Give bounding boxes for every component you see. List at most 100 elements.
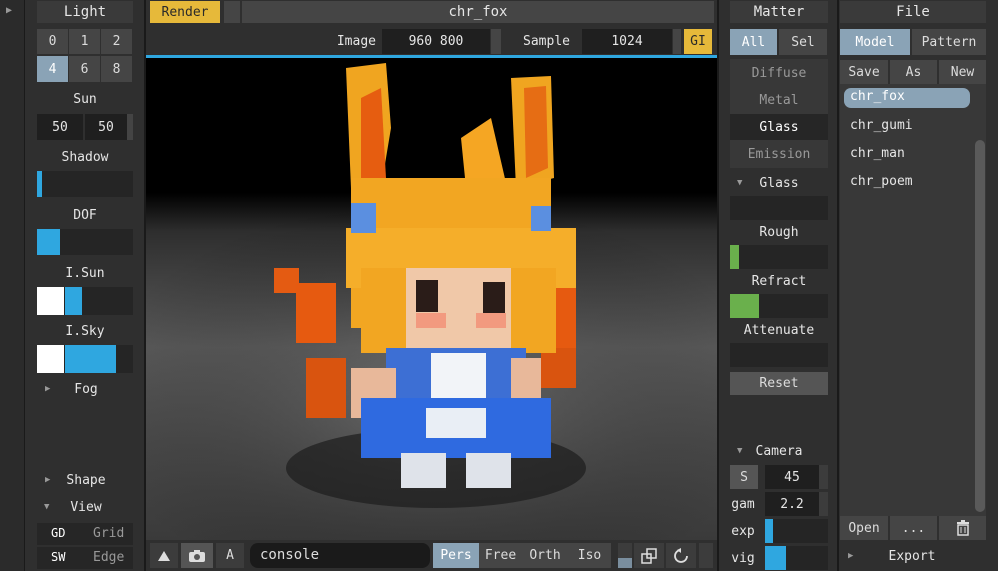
- matter-tab-sel[interactable]: Sel: [779, 29, 827, 55]
- file-item-chr-man[interactable]: chr_man: [850, 146, 905, 161]
- refract-slider[interactable]: [730, 294, 828, 318]
- open-button[interactable]: Open: [840, 516, 888, 540]
- sun-value-handle[interactable]: [127, 114, 133, 140]
- left-strip: [0, 0, 25, 571]
- vig-fill: [765, 546, 786, 570]
- dof-label: DOF: [73, 207, 97, 223]
- fog-label[interactable]: Fog: [66, 379, 106, 399]
- isun-label: I.Sun: [65, 265, 105, 281]
- material-diffuse[interactable]: Diffuse: [730, 60, 828, 86]
- file-item-chr-fox[interactable]: chr_fox: [844, 88, 970, 108]
- matter-panel: Matter All Sel Diffuse Metal Glass Emiss…: [719, 0, 837, 571]
- new-button[interactable]: New: [939, 60, 986, 84]
- shape-expand-icon[interactable]: ▶: [45, 475, 50, 485]
- view-edge-row[interactable]: SW Edge: [37, 547, 133, 569]
- shadow-slider[interactable]: [37, 171, 133, 197]
- camera-fov-field[interactable]: 45: [765, 465, 819, 489]
- camera-collapse-icon[interactable]: ▼: [737, 446, 742, 456]
- a-button[interactable]: A: [216, 543, 244, 568]
- file-tab-model[interactable]: Model: [840, 29, 910, 55]
- expand-icon[interactable]: ▶: [6, 5, 12, 16]
- view-grid-label: Grid: [93, 526, 125, 541]
- reset-button[interactable]: Reset: [730, 372, 828, 395]
- sun-value-2[interactable]: 50: [85, 114, 127, 140]
- trash-icon[interactable]: [939, 516, 986, 540]
- render-viewport[interactable]: [146, 58, 717, 540]
- render-button[interactable]: Render: [150, 1, 220, 23]
- reset-view-icon[interactable]: [666, 543, 696, 568]
- save-button[interactable]: Save: [840, 60, 888, 84]
- file-item-chr-gumi[interactable]: chr_gumi: [850, 118, 913, 133]
- matter-tab-all[interactable]: All: [730, 29, 777, 55]
- image-size-field[interactable]: 960 800: [382, 29, 490, 54]
- camera-label[interactable]: Camera: [751, 441, 807, 461]
- eject-icon[interactable]: [150, 543, 178, 568]
- view-label[interactable]: View: [62, 497, 110, 517]
- exp-slider[interactable]: [765, 519, 828, 543]
- gam-handle[interactable]: [819, 492, 828, 516]
- light-btn-1[interactable]: 1: [69, 29, 100, 54]
- view-orth[interactable]: Orth: [522, 543, 568, 568]
- sun-value-1[interactable]: 50: [37, 114, 83, 140]
- bottom-bar-end: [699, 543, 713, 568]
- gi-button[interactable]: GI: [684, 29, 712, 54]
- image-size-handle[interactable]: [491, 29, 501, 54]
- material-glass[interactable]: Glass: [730, 114, 828, 140]
- view-grid-row[interactable]: GD Grid: [37, 523, 133, 545]
- console-input[interactable]: console: [250, 543, 430, 568]
- more-button[interactable]: ...: [890, 516, 937, 540]
- isun-fill: [65, 287, 82, 315]
- view-free[interactable]: Free: [479, 543, 522, 568]
- light-btn-6[interactable]: 6: [69, 56, 100, 82]
- sample-handle[interactable]: [673, 29, 681, 54]
- isun-color-swatch[interactable]: [37, 287, 64, 315]
- gam-field[interactable]: 2.2: [765, 492, 819, 516]
- glass-slider[interactable]: [730, 196, 828, 220]
- isky-color-swatch[interactable]: [37, 345, 64, 373]
- attenuate-slider[interactable]: [730, 343, 828, 367]
- shape-label[interactable]: Shape: [62, 470, 110, 490]
- refract-fill: [730, 294, 760, 318]
- isun-slider[interactable]: [37, 287, 133, 315]
- refract-label: Refract: [751, 273, 807, 289]
- camera-fov-handle[interactable]: [819, 465, 828, 489]
- view-iso[interactable]: Iso: [568, 543, 611, 568]
- matter-title: Matter: [730, 1, 828, 23]
- save-as-button[interactable]: As: [890, 60, 937, 84]
- isky-label: I.Sky: [65, 323, 105, 339]
- view-collapse-icon[interactable]: ▼: [44, 502, 49, 512]
- light-btn-0[interactable]: 0: [37, 29, 68, 54]
- file-list-scrollbar[interactable]: [975, 140, 985, 512]
- scene-title: chr_fox: [242, 1, 714, 23]
- view-pers[interactable]: Pers: [433, 543, 479, 568]
- light-btn-4[interactable]: 4: [37, 56, 68, 82]
- zoom-slider-fill: [618, 558, 632, 568]
- rough-slider[interactable]: [730, 245, 828, 269]
- glass-section-label[interactable]: Glass: [755, 173, 803, 193]
- file-item-chr-poem[interactable]: chr_poem: [850, 174, 913, 189]
- export-expand-icon[interactable]: ▶: [848, 551, 853, 561]
- light-btn-2[interactable]: 2: [101, 29, 132, 54]
- top-bar: Render chr_fox Image 960 800 Sample 1024…: [146, 0, 718, 56]
- sample-field[interactable]: 1024: [582, 29, 672, 54]
- zoom-slider[interactable]: [618, 543, 632, 568]
- shadow-fill: [37, 171, 42, 197]
- export-label[interactable]: Export: [879, 546, 945, 566]
- material-metal[interactable]: Metal: [730, 87, 828, 113]
- view-key-sw: SW: [51, 550, 66, 564]
- material-emission[interactable]: Emission: [730, 141, 828, 167]
- frame-icon[interactable]: [634, 543, 664, 568]
- vig-slider[interactable]: [765, 546, 828, 570]
- light-btn-8[interactable]: 8: [101, 56, 132, 82]
- bottom-bar: A console Pers Free Orth Iso: [146, 540, 718, 571]
- isky-slider[interactable]: [37, 345, 133, 373]
- light-title: Light: [37, 1, 133, 23]
- camera-s-button[interactable]: S: [730, 465, 758, 489]
- fog-expand-icon[interactable]: ▶: [45, 384, 50, 394]
- glass-collapse-icon[interactable]: ▼: [737, 178, 742, 188]
- dof-slider[interactable]: [37, 229, 133, 255]
- camera-icon[interactable]: [181, 543, 213, 568]
- dof-fill: [37, 229, 61, 255]
- shadow-label: Shadow: [61, 149, 109, 165]
- file-tab-pattern[interactable]: Pattern: [912, 29, 986, 55]
